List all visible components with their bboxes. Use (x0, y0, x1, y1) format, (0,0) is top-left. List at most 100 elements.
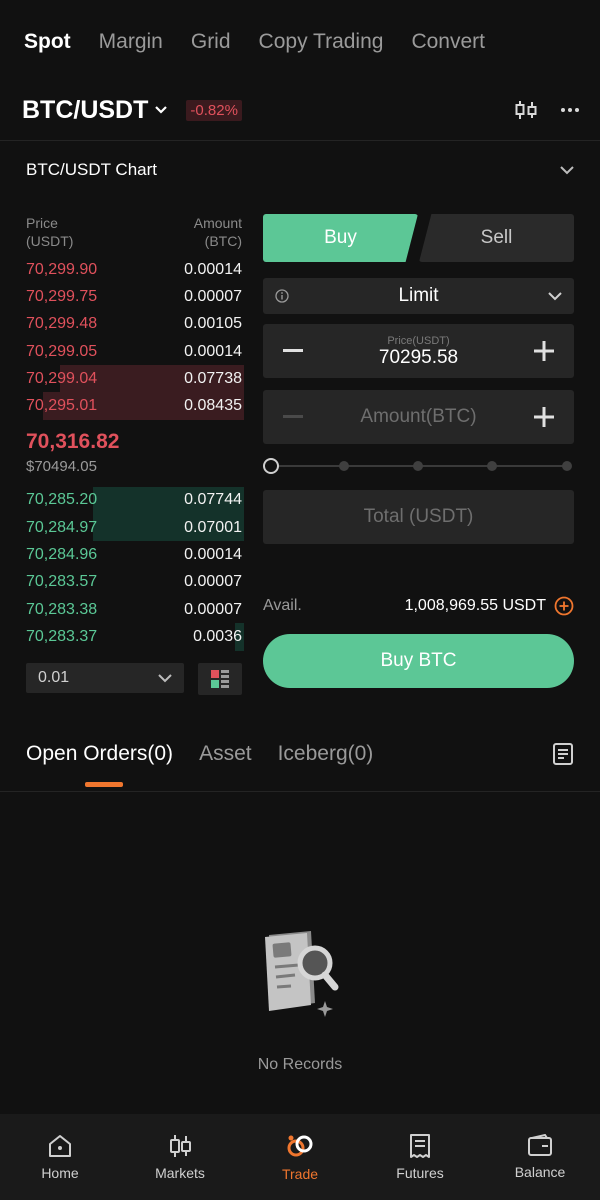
ask-row[interactable]: 70,299.90 0.00014 (26, 256, 242, 283)
tab-open-orders[interactable]: Open Orders(0) (26, 742, 173, 766)
available-balance-row: Avail. 1,008,969.55 USDT (263, 596, 574, 616)
bid-row[interactable]: 70,284.97 0.07001 (26, 514, 244, 542)
orderbook-view-toggle[interactable] (198, 662, 242, 695)
amount-stepper: Amount(BTC) (263, 390, 574, 444)
buy-btc-button[interactable]: Buy BTC (263, 634, 574, 688)
buy-sell-toggle: Buy Sell (263, 214, 574, 262)
empty-state: No Records (0, 925, 600, 1074)
bid-price: 70,285.20 (26, 491, 98, 509)
slider-step-50[interactable] (413, 461, 423, 471)
ask-amount: 0.00105 (184, 315, 242, 333)
bid-row[interactable]: 70,285.20 0.07744 (26, 486, 244, 515)
tab-copy-trading[interactable]: Copy Trading (259, 30, 384, 54)
avail-value: 1,008,969.55 USDT (404, 597, 546, 614)
order-book-header: Price (USDT) Amount (BTC) (26, 214, 242, 250)
bid-list: 70,285.20 0.07744 70,284.97 0.07001 70,284.9… (26, 486, 244, 651)
tab-iceberg[interactable]: Iceberg(0) (278, 742, 374, 766)
bid-row[interactable]: 70,284.96 0.00014 (26, 541, 242, 568)
amount-decrease-button[interactable] (263, 390, 323, 444)
ask-amount: 0.08435 (184, 397, 242, 415)
slider-thumb[interactable] (263, 458, 279, 474)
no-records-illustration-icon (265, 931, 339, 1017)
sell-tab[interactable]: Sell (419, 214, 574, 262)
bid-row[interactable]: 70,283.57 0.00007 (26, 569, 242, 596)
nav-home[interactable]: Home (0, 1114, 120, 1200)
price-column-unit: (USDT) (26, 233, 74, 249)
pair-selector[interactable]: BTC/USDT (22, 96, 148, 125)
bid-amount: 0.00014 (184, 546, 242, 564)
amount-percent-slider[interactable] (263, 458, 574, 474)
tab-convert[interactable]: Convert (411, 30, 485, 54)
total-input[interactable]: Total (USDT) (263, 490, 574, 544)
pair-header: BTC/USDT -0.82% (22, 92, 580, 128)
orders-divider (0, 791, 600, 792)
ask-amount: 0.00007 (184, 287, 242, 305)
nav-trade-label: Trade (281, 1166, 319, 1182)
candlestick-chart-icon[interactable] (514, 100, 538, 120)
order-type-value: Limit (398, 285, 439, 306)
tab-asset[interactable]: Asset (199, 742, 252, 766)
minus-icon (283, 349, 303, 352)
active-tab-indicator (85, 782, 123, 787)
chevron-down-icon (158, 673, 172, 682)
markets-icon (170, 1135, 191, 1157)
chevron-down-icon[interactable] (154, 103, 168, 117)
slider-step-25[interactable] (339, 461, 349, 471)
chart-toggle-row[interactable]: BTC/USDT Chart (26, 160, 574, 180)
slider-step-75[interactable] (487, 461, 497, 471)
add-funds-icon[interactable] (554, 596, 574, 616)
chevron-down-icon (560, 166, 574, 175)
order-book: Price (USDT) Amount (BTC) 70,299.90 0.000… (26, 214, 244, 695)
ask-amount: 0.07738 (184, 369, 242, 387)
nav-balance[interactable]: Balance (480, 1114, 600, 1200)
home-icon (49, 1135, 71, 1157)
info-icon[interactable] (275, 289, 289, 303)
bid-price: 70,283.37 (26, 627, 98, 645)
bid-price: 70,284.97 (26, 518, 98, 536)
bid-row[interactable]: 70,283.37 0.0036 (26, 623, 244, 651)
ask-row[interactable]: 70,299.75 0.00007 (26, 283, 242, 310)
more-icon[interactable] (560, 107, 580, 113)
bid-row[interactable]: 70,283.38 0.00007 (26, 596, 242, 623)
price-column-header: Price (26, 215, 58, 231)
price-increase-button[interactable] (514, 324, 574, 378)
ask-row[interactable]: 70,299.05 0.00014 (26, 338, 242, 365)
nav-home-label: Home (41, 1165, 79, 1181)
bid-price: 70,283.57 (26, 573, 98, 591)
chart-label: BTC/USDT Chart (26, 160, 157, 179)
price-caption: Price(USDT) (387, 335, 450, 347)
tab-margin[interactable]: Margin (99, 30, 163, 54)
order-type-select[interactable]: Limit (263, 278, 574, 314)
no-records-text: No Records (257, 1056, 343, 1073)
tab-grid[interactable]: Grid (191, 30, 231, 54)
header-divider (0, 140, 600, 141)
tab-spot[interactable]: Spot (24, 30, 71, 54)
nav-balance-label: Balance (514, 1164, 566, 1180)
amount-input[interactable]: Amount(BTC) (323, 406, 514, 428)
minus-icon (283, 415, 303, 418)
bid-amount: 0.07744 (184, 491, 242, 509)
ask-price: 70,299.04 (26, 369, 98, 387)
price-input[interactable]: Price(USDT) 70295.58 (323, 333, 514, 369)
nav-futures[interactable]: Futures (360, 1114, 480, 1200)
last-price[interactable]: 70,316.82 (26, 430, 242, 454)
nav-markets[interactable]: Markets (120, 1114, 240, 1200)
nav-trade[interactable]: Trade (240, 1114, 360, 1200)
price-decrease-button[interactable] (263, 324, 323, 378)
ask-row[interactable]: 70,299.04 0.07738 (26, 365, 244, 393)
nav-futures-label: Futures (396, 1165, 444, 1181)
price-change-badge: -0.82% (186, 99, 242, 121)
ask-price: 70,299.90 (26, 260, 98, 278)
ask-row[interactable]: 70,295.01 0.08435 (26, 392, 244, 420)
amount-increase-button[interactable] (514, 390, 574, 444)
trade-panel: Buy Sell Limit Price(USDT) 70295.58 Amou… (263, 214, 574, 688)
tick-size-select[interactable]: 0.01 (26, 662, 184, 693)
order-history-icon[interactable] (552, 742, 574, 766)
price-stepper: Price(USDT) 70295.58 (263, 324, 574, 378)
buy-tab[interactable]: Buy (263, 214, 418, 262)
slider-step-100[interactable] (562, 461, 572, 471)
bid-amount: 0.00007 (184, 573, 242, 591)
ask-row[interactable]: 70,299.48 0.00105 (26, 311, 242, 338)
ask-price: 70,295.01 (26, 397, 98, 415)
ask-amount: 0.00014 (184, 342, 242, 360)
